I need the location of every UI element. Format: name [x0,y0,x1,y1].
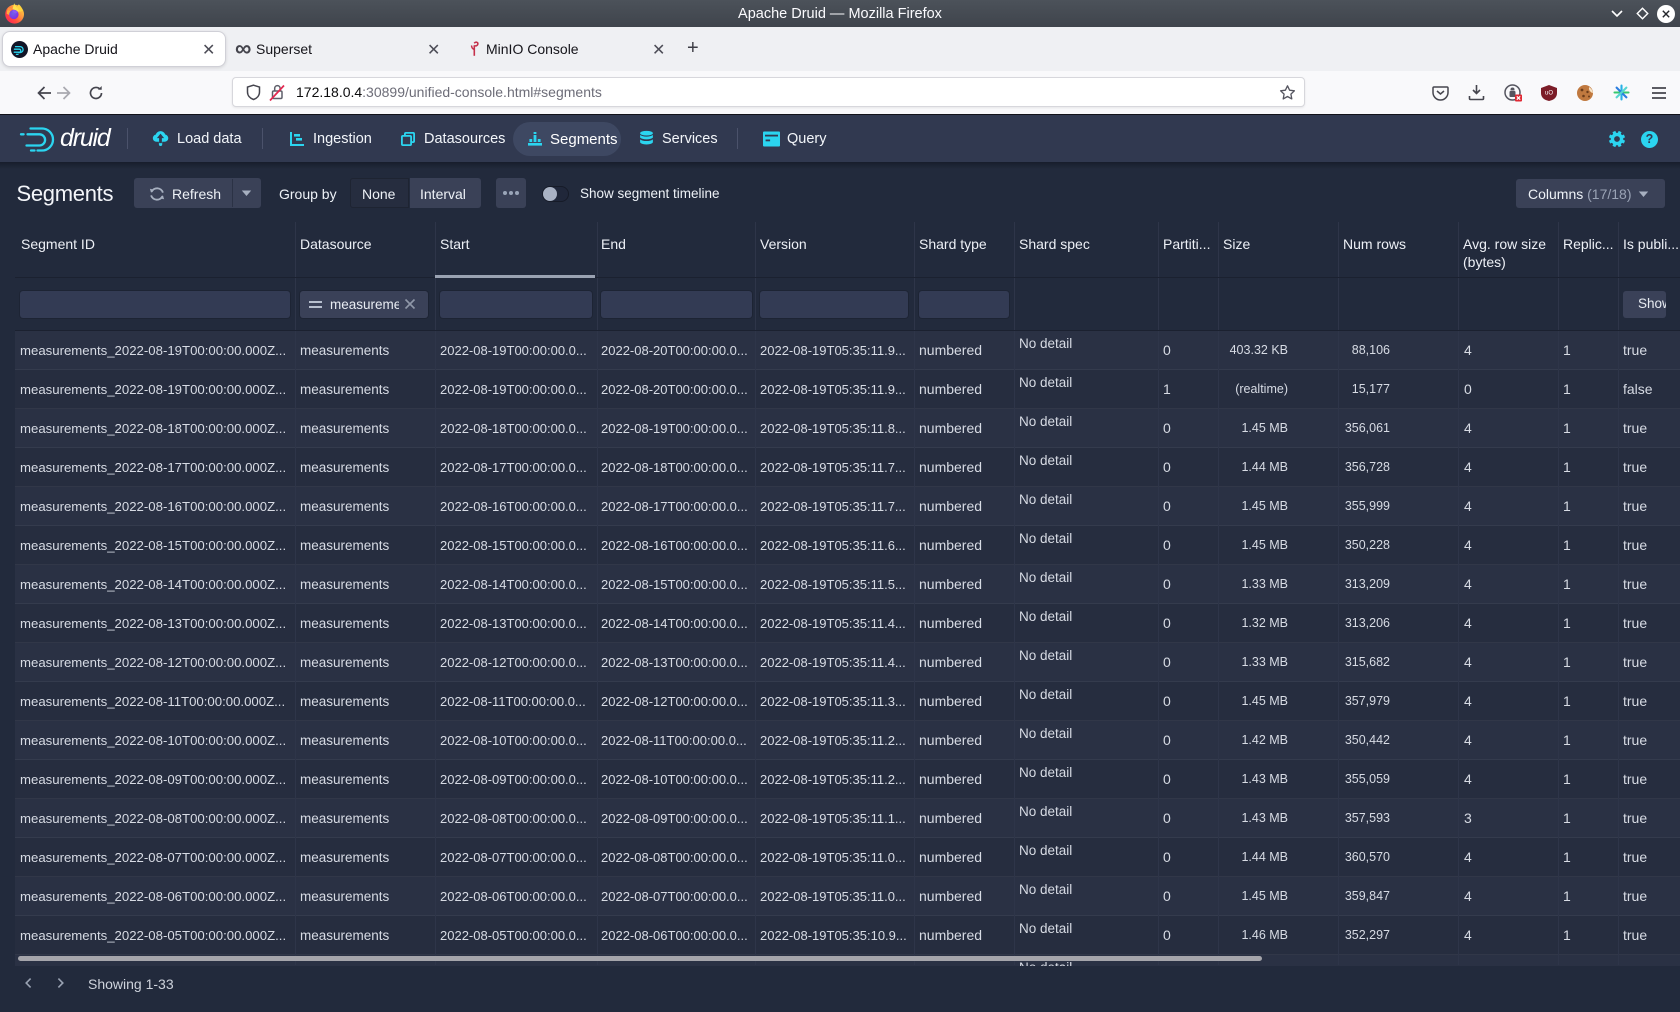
svg-text:uO: uO [1545,91,1553,97]
